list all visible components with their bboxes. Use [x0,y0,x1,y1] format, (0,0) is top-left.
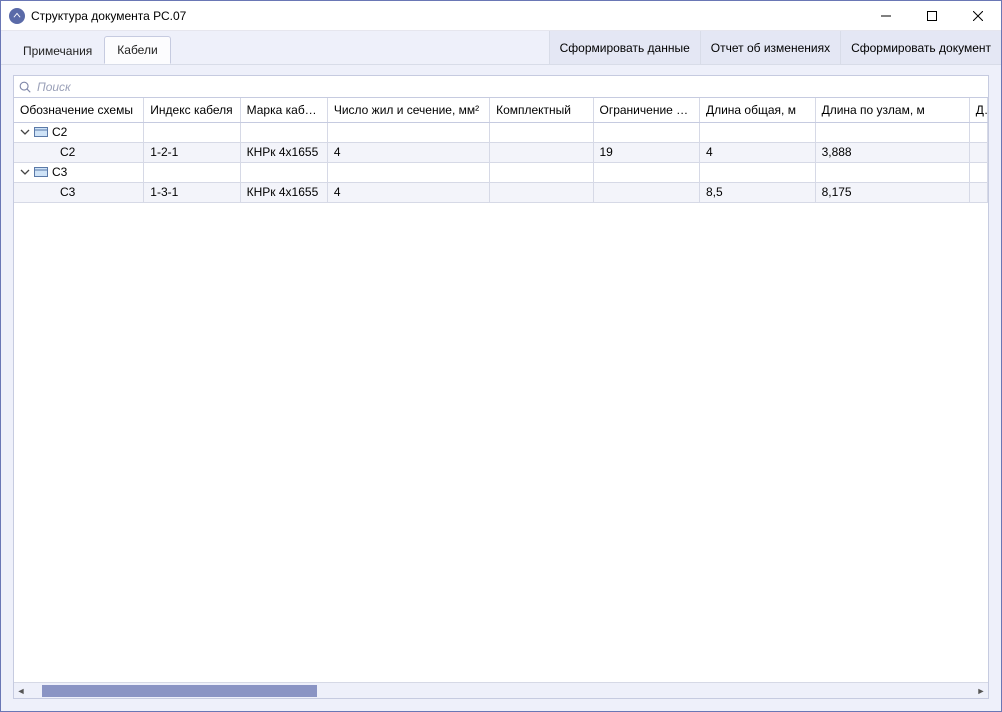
close-button[interactable] [955,1,1001,31]
scroll-left-icon[interactable]: ◄ [14,684,28,698]
table-row[interactable]: С2 [14,122,988,142]
titlebar: Структура документа РС.07 [1,1,1001,31]
content-panel: Обозначение схемы Индекс кабеля Марка ка… [13,75,989,699]
cell-komp [490,182,593,202]
schema-icon [34,166,48,178]
col-complete[interactable]: Комплектный [490,98,593,122]
minimize-button[interactable] [863,1,909,31]
cell-komp [490,142,593,162]
cell-nodes: 3,888 [815,142,969,162]
col-scheme[interactable]: Обозначение схемы [14,98,144,122]
cell-limit [593,182,699,202]
tab-cables[interactable]: Кабели [104,36,170,64]
cell-index: 1-2-1 [144,142,240,162]
window-title: Структура документа РС.07 [31,9,186,23]
cell-limit: 19 [593,142,699,162]
chevron-down-icon[interactable] [20,167,30,177]
group-label: С2 [52,125,67,139]
form-document-button[interactable]: Сформировать документ [840,31,1001,64]
tab-notes[interactable]: Примечания [11,38,104,64]
scroll-right-icon[interactable]: ► [974,684,988,698]
chevron-down-icon[interactable] [20,127,30,137]
group-label: С3 [52,165,67,179]
col-length-total[interactable]: Длина общая, м [699,98,815,122]
scroll-track[interactable] [42,684,960,698]
col-cable-index[interactable]: Индекс кабеля [144,98,240,122]
cell-cores: 4 [327,182,489,202]
col-length-nodes[interactable]: Длина по узлам, м [815,98,969,122]
cell-nodes: 8,175 [815,182,969,202]
search-icon [18,80,32,94]
change-report-button[interactable]: Отчет об изменениях [700,31,840,64]
maximize-button[interactable] [909,1,955,31]
table-row[interactable]: С3 [14,162,988,182]
tabstrip: Примечания Кабели [1,31,171,64]
table-row[interactable]: С3 1-3-1 КНРк 4х1655 4 8,5 8,175 [14,182,988,202]
cell-scheme: С3 [60,185,75,199]
cell-mark: КНРк 4х1655 [240,182,327,202]
cell-total: 8,5 [699,182,815,202]
schema-icon [34,126,48,138]
grid: Обозначение схемы Индекс кабеля Марка ка… [14,98,988,698]
cell-cores: 4 [327,142,489,162]
cell-scheme: С2 [60,145,75,159]
cell-mark: КНРк 4х1655 [240,142,327,162]
data-table[interactable]: Обозначение схемы Индекс кабеля Марка ка… [14,98,988,203]
header-row[interactable]: Обозначение схемы Индекс кабеля Марка ка… [14,98,988,122]
col-cable-mark[interactable]: Марка кабеля [240,98,327,122]
client-area: Примечания Кабели Сформировать данные От… [1,31,1001,711]
table-row[interactable]: С2 1-2-1 КНРк 4х1655 4 19 4 3,888 [14,142,988,162]
search-bar [14,76,988,98]
horizontal-scrollbar[interactable]: ◄ ► [14,682,988,698]
col-length-limit[interactable]: Ограничение дли [593,98,699,122]
scroll-thumb[interactable] [42,685,317,697]
form-data-button[interactable]: Сформировать данные [549,31,700,64]
app-icon [9,8,25,24]
search-input[interactable] [35,79,984,95]
toolbar: Примечания Кабели Сформировать данные От… [1,31,1001,65]
cell-index: 1-3-1 [144,182,240,202]
col-overflow[interactable]: Д [969,98,987,122]
cell-total: 4 [699,142,815,162]
col-cores-section[interactable]: Число жил и сечение, мм² [327,98,489,122]
